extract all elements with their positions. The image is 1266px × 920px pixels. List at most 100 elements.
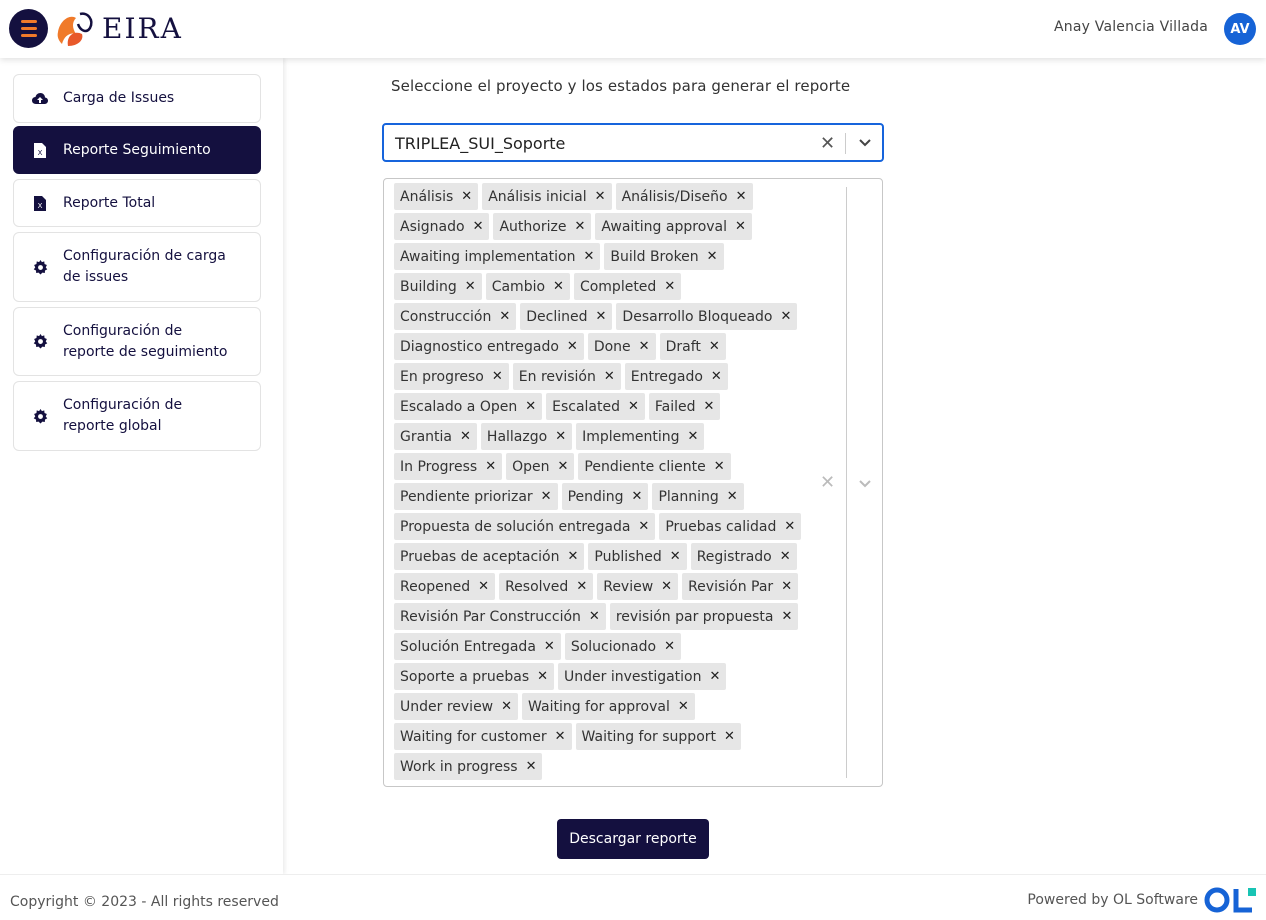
remove-chip-icon[interactable]: ✕	[656, 273, 681, 300]
remove-chip-icon[interactable]: ✕	[518, 753, 543, 780]
status-chip-label: Pruebas de aceptación	[400, 548, 560, 565]
remove-chip-icon[interactable]: ✕	[457, 273, 482, 300]
status-chip: Implementing ✕	[576, 423, 705, 450]
remove-chip-icon[interactable]: ✕	[727, 213, 752, 240]
remove-chip-icon[interactable]: ✕	[536, 633, 561, 660]
status-chip-label: Solución Entregada	[400, 638, 536, 655]
remove-chip-icon[interactable]: ✕	[559, 543, 584, 570]
remove-chip-icon[interactable]: ✕	[630, 513, 655, 540]
status-chip-label: Planning	[658, 488, 719, 505]
svg-text:X: X	[38, 149, 43, 157]
label-line: reporte de seguimiento	[63, 343, 228, 360]
remove-chip-icon[interactable]: ✕	[533, 483, 558, 510]
remove-chip-icon[interactable]: ✕	[587, 183, 612, 210]
remove-chip-icon[interactable]: ✕	[491, 303, 516, 330]
status-chip: Under investigation ✕	[558, 663, 727, 690]
status-chip: Cambio ✕	[485, 273, 570, 300]
status-chip: Grantia ✕	[394, 423, 477, 450]
remove-chip-icon[interactable]: ✕	[656, 633, 681, 660]
label-line: Configuración de	[63, 322, 183, 339]
remove-chip-icon[interactable]: ✕	[716, 723, 741, 750]
status-chip: En revisión ✕	[512, 363, 621, 390]
hamburger-menu-button[interactable]	[9, 9, 48, 48]
remove-chip-icon[interactable]: ✕	[653, 573, 678, 600]
sidebar-item-reporte-seguimiento[interactable]: X Reporte Seguimiento	[13, 126, 261, 174]
remove-chip-icon[interactable]: ✕	[719, 483, 744, 510]
eira-logo: EIRA	[57, 12, 181, 46]
remove-chip-icon[interactable]: ✕	[670, 693, 695, 720]
remove-chip-icon[interactable]: ✕	[484, 363, 509, 390]
remove-chip-icon[interactable]: ✕	[662, 543, 687, 570]
remove-chip-icon[interactable]: ✕	[596, 363, 621, 390]
remove-chip-icon[interactable]: ✕	[624, 483, 649, 510]
sidebar-item-config-seguimiento[interactable]: Configuración de reporte de seguimiento	[13, 307, 261, 376]
remove-chip-icon[interactable]: ✕	[699, 243, 724, 270]
status-chip-label: In Progress	[400, 458, 478, 475]
status-multiselect[interactable]: Análisis ✕ Análisis inicial ✕ Análisis/Diseñ…	[383, 178, 883, 787]
remove-chip-icon[interactable]: ✕	[701, 333, 726, 360]
chip-row: Asignado ✕ Authorize ✕ Awaiting approval ✕	[394, 213, 814, 240]
project-select[interactable]: TRIPLEA_SUI_Soporte ✕	[382, 123, 884, 162]
remove-chip-icon[interactable]: ✕	[631, 333, 656, 360]
remove-chip-icon[interactable]: ✕	[588, 303, 613, 330]
sidebar-item-reporte-total[interactable]: X Reporte Total	[13, 179, 261, 227]
remove-chip-icon[interactable]: ✕	[696, 393, 721, 420]
gear-icon	[31, 258, 49, 276]
status-chip: Hallazgo ✕	[480, 423, 573, 450]
remove-chip-icon[interactable]: ✕	[452, 423, 477, 450]
user-avatar[interactable]: AV	[1224, 13, 1256, 45]
remove-chip-icon[interactable]: ✕	[550, 453, 575, 480]
status-chip-label: Draft	[665, 338, 701, 355]
remove-chip-icon[interactable]: ✕	[680, 423, 705, 450]
status-chip-label: Propuesta de solución entregada	[400, 518, 631, 535]
remove-chip-icon[interactable]: ✕	[493, 693, 518, 720]
remove-chip-icon[interactable]: ✕	[529, 663, 554, 690]
remove-chip-icon[interactable]: ✕	[566, 213, 591, 240]
remove-chip-icon[interactable]: ✕	[547, 423, 572, 450]
status-chip-label: Under investigation	[564, 668, 702, 685]
download-report-button[interactable]: Descargar reporte	[557, 819, 709, 859]
remove-chip-icon[interactable]: ✕	[545, 273, 570, 300]
chip-row: Under review ✕ Waiting for approval ✕	[394, 693, 814, 720]
remove-chip-icon[interactable]: ✕	[470, 573, 495, 600]
remove-chip-icon[interactable]: ✕	[706, 453, 731, 480]
remove-chip-icon[interactable]: ✕	[465, 213, 490, 240]
status-chip: Pendiente priorizar ✕	[394, 483, 558, 510]
menu-bar	[20, 34, 37, 37]
status-chip: revisión par propuesta ✕	[609, 603, 799, 630]
clear-icon[interactable]: ✕	[820, 133, 835, 154]
remove-chip-icon[interactable]: ✕	[773, 603, 798, 630]
status-chip-label: Pendiente priorizar	[400, 488, 533, 505]
sidebar-item-label: Reporte Total	[63, 194, 156, 211]
chevron-down-icon[interactable]	[858, 479, 872, 489]
remove-chip-icon[interactable]: ✕	[773, 573, 798, 600]
status-chip: Draft ✕	[659, 333, 726, 360]
remove-chip-icon[interactable]: ✕	[620, 393, 645, 420]
sidebar-item-config-global[interactable]: Configuración de reporte global	[13, 381, 261, 451]
clear-all-icon[interactable]: ✕	[820, 472, 835, 493]
remove-chip-icon[interactable]: ✕	[575, 243, 600, 270]
remove-chip-icon[interactable]: ✕	[547, 723, 572, 750]
remove-chip-icon[interactable]: ✕	[728, 183, 753, 210]
status-chip: Escalated ✕	[546, 393, 645, 420]
remove-chip-icon[interactable]: ✕	[559, 333, 584, 360]
powered-by-text: Powered by OL Software	[1027, 892, 1198, 908]
remove-chip-icon[interactable]: ✕	[477, 453, 502, 480]
sidebar-item-config-carga[interactable]: Configuración de carga de issues	[13, 232, 261, 302]
status-chip: Failed ✕	[648, 393, 721, 420]
remove-chip-icon[interactable]: ✕	[568, 573, 593, 600]
chevron-down-icon[interactable]	[858, 138, 872, 148]
remove-chip-icon[interactable]: ✕	[776, 513, 801, 540]
remove-chip-icon[interactable]: ✕	[581, 603, 606, 630]
status-chip: Registrado ✕	[690, 543, 797, 570]
project-select-value: TRIPLEA_SUI_Soporte	[395, 134, 566, 153]
remove-chip-icon[interactable]: ✕	[702, 663, 727, 690]
status-chip-label: Waiting for approval	[528, 698, 670, 715]
remove-chip-icon[interactable]: ✕	[453, 183, 478, 210]
remove-chip-icon[interactable]: ✕	[772, 543, 797, 570]
remove-chip-icon[interactable]: ✕	[517, 393, 542, 420]
sidebar-item-carga-issues[interactable]: Carga de Issues	[13, 74, 261, 123]
remove-chip-icon[interactable]: ✕	[772, 303, 797, 330]
remove-chip-icon[interactable]: ✕	[703, 363, 728, 390]
sidebar-item-label: Configuración de reporte global	[63, 395, 182, 437]
